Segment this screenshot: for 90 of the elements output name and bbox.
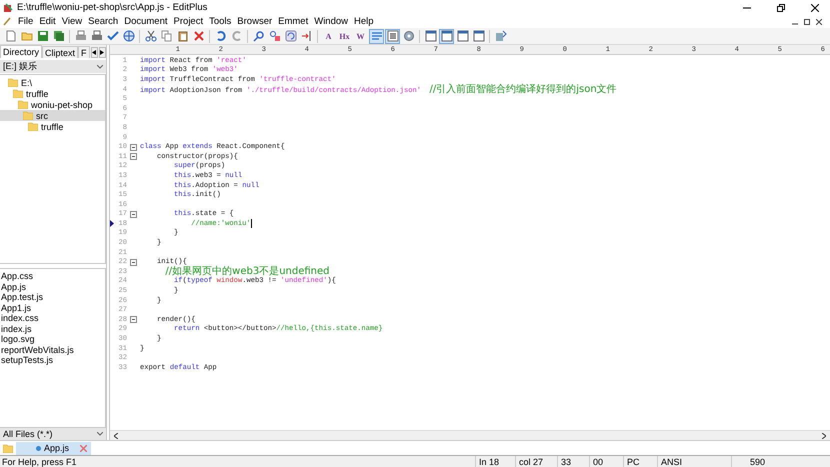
sidebar-tab[interactable]: F: [78, 46, 90, 58]
file-list-entry[interactable]: reportWebVitals.js: [0, 344, 105, 355]
menu-item[interactable]: File: [18, 16, 34, 27]
scroll-left-button[interactable]: [90, 47, 98, 58]
app-logo-icon: [3, 2, 13, 12]
globe-icon: [122, 30, 134, 42]
close-icon: [811, 4, 819, 12]
file-filter-dropdown[interactable]: All Files (*.*): [0, 428, 106, 440]
left-arrow-icon: [92, 50, 96, 55]
status-field: 00: [589, 456, 623, 467]
file-list-entry[interactable]: App.js: [0, 282, 105, 292]
fold-icon[interactable]: [130, 144, 137, 151]
toolbar-button[interactable]: [471, 28, 486, 44]
menu-item[interactable]: Help: [354, 16, 374, 27]
folder-name: E:\: [21, 78, 32, 88]
folder-item[interactable]: E:\: [0, 77, 105, 88]
folder-item[interactable]: src: [0, 110, 105, 121]
menu-item[interactable]: View: [62, 16, 82, 27]
toolbar-button[interactable]: [385, 28, 400, 44]
folder-item[interactable]: truffle: [0, 121, 105, 132]
redo-icon: [230, 30, 242, 42]
folder-icon: [20, 30, 32, 42]
text-cursor: [250, 219, 252, 228]
arrow-icon: [300, 30, 312, 42]
sidebar-tab[interactable]: Cliptext: [42, 46, 78, 58]
status-field: col 27: [515, 456, 557, 467]
close-icon[interactable]: [816, 18, 822, 24]
sidebar-tab[interactable]: Directory: [0, 45, 42, 58]
fold-icon[interactable]: [130, 258, 137, 266]
status-help-text: For Help, press F1: [1, 456, 78, 466]
status-field: ANSI: [657, 456, 731, 467]
folder-name: src: [36, 110, 48, 120]
file-list-entry[interactable]: setupTests.js: [0, 355, 105, 366]
fold-icon[interactable]: [130, 153, 137, 160]
toolbar-button[interactable]: [143, 28, 158, 44]
undo-icon: [214, 30, 226, 42]
scissors-icon: [144, 30, 156, 42]
menu-item[interactable]: Edit: [39, 16, 56, 27]
menu-item[interactable]: Document: [124, 16, 168, 27]
refresh-icon: [284, 30, 296, 42]
check-icon: [106, 30, 118, 42]
restore-icon: [777, 4, 785, 12]
folder-item[interactable]: woniu-pet-shop: [0, 99, 105, 110]
file-list-entry[interactable]: App.css: [0, 271, 105, 282]
fold-icon[interactable]: [130, 210, 137, 218]
dot-icon: [36, 446, 41, 450]
menu-item[interactable]: Project: [174, 16, 204, 27]
file-list-entry[interactable]: App1.js: [0, 302, 105, 313]
right-arrow-icon: [100, 50, 104, 55]
menu-item[interactable]: Search: [88, 16, 118, 27]
folder-name: woniu-pet-shop: [31, 100, 93, 110]
fold-icon[interactable]: [130, 316, 137, 324]
menu-item[interactable]: Window: [314, 16, 348, 27]
toolbar-button[interactable]: [439, 28, 454, 44]
toolbar-button[interactable]: [423, 28, 438, 44]
drive-dropdown[interactable]: [E:] 娱乐: [0, 60, 106, 73]
folder-name: truffle: [26, 88, 48, 98]
floppy-disks-icon: [52, 30, 64, 42]
folder-item[interactable]: truffle: [0, 88, 105, 99]
lines-icon: [370, 30, 382, 42]
status-field: PC: [623, 456, 657, 467]
search-icon: [252, 30, 264, 42]
scroll-right-button[interactable]: [98, 47, 106, 58]
chevron-down-icon: [97, 64, 103, 68]
file-list-entry[interactable]: index.css: [0, 313, 105, 324]
document-tab[interactable]: App.js: [16, 442, 91, 454]
replace-icon: [268, 30, 280, 42]
status-field: 590: [731, 456, 767, 467]
pen-icon: [3, 17, 12, 26]
file-list-entry[interactable]: index.js: [0, 324, 105, 334]
code-line: //如果网页中的web3不是undefined: [164, 266, 330, 277]
horizontal-scrollbar[interactable]: [110, 430, 830, 440]
menu-item[interactable]: Emmet: [278, 16, 308, 27]
toolbar-button[interactable]: W: [353, 28, 368, 44]
status-field: 33: [557, 456, 589, 467]
menu-item[interactable]: Browser: [237, 16, 272, 27]
status-field: In 18: [475, 456, 515, 467]
toolbar-button[interactable]: [455, 28, 470, 44]
file-list-entry[interactable]: App.test.js: [0, 292, 105, 302]
delete-icon: [192, 30, 204, 42]
folder-name: truffle: [41, 122, 64, 132]
toolbar-button[interactable]: A: [321, 28, 336, 44]
menu-item[interactable]: Tools: [209, 16, 232, 27]
help-icon: [494, 30, 506, 42]
chevron-down-icon: [97, 432, 103, 436]
file-list-entry[interactable]: logo.svg: [0, 334, 105, 344]
restore-icon[interactable]: [804, 18, 810, 24]
folder-icon: [3, 444, 13, 452]
toolbar-button[interactable]: Hx: [337, 28, 352, 44]
window-title: E:\truffle\woniu-pet-shop\src\App.js - EditPlus: [17, 2, 208, 13]
